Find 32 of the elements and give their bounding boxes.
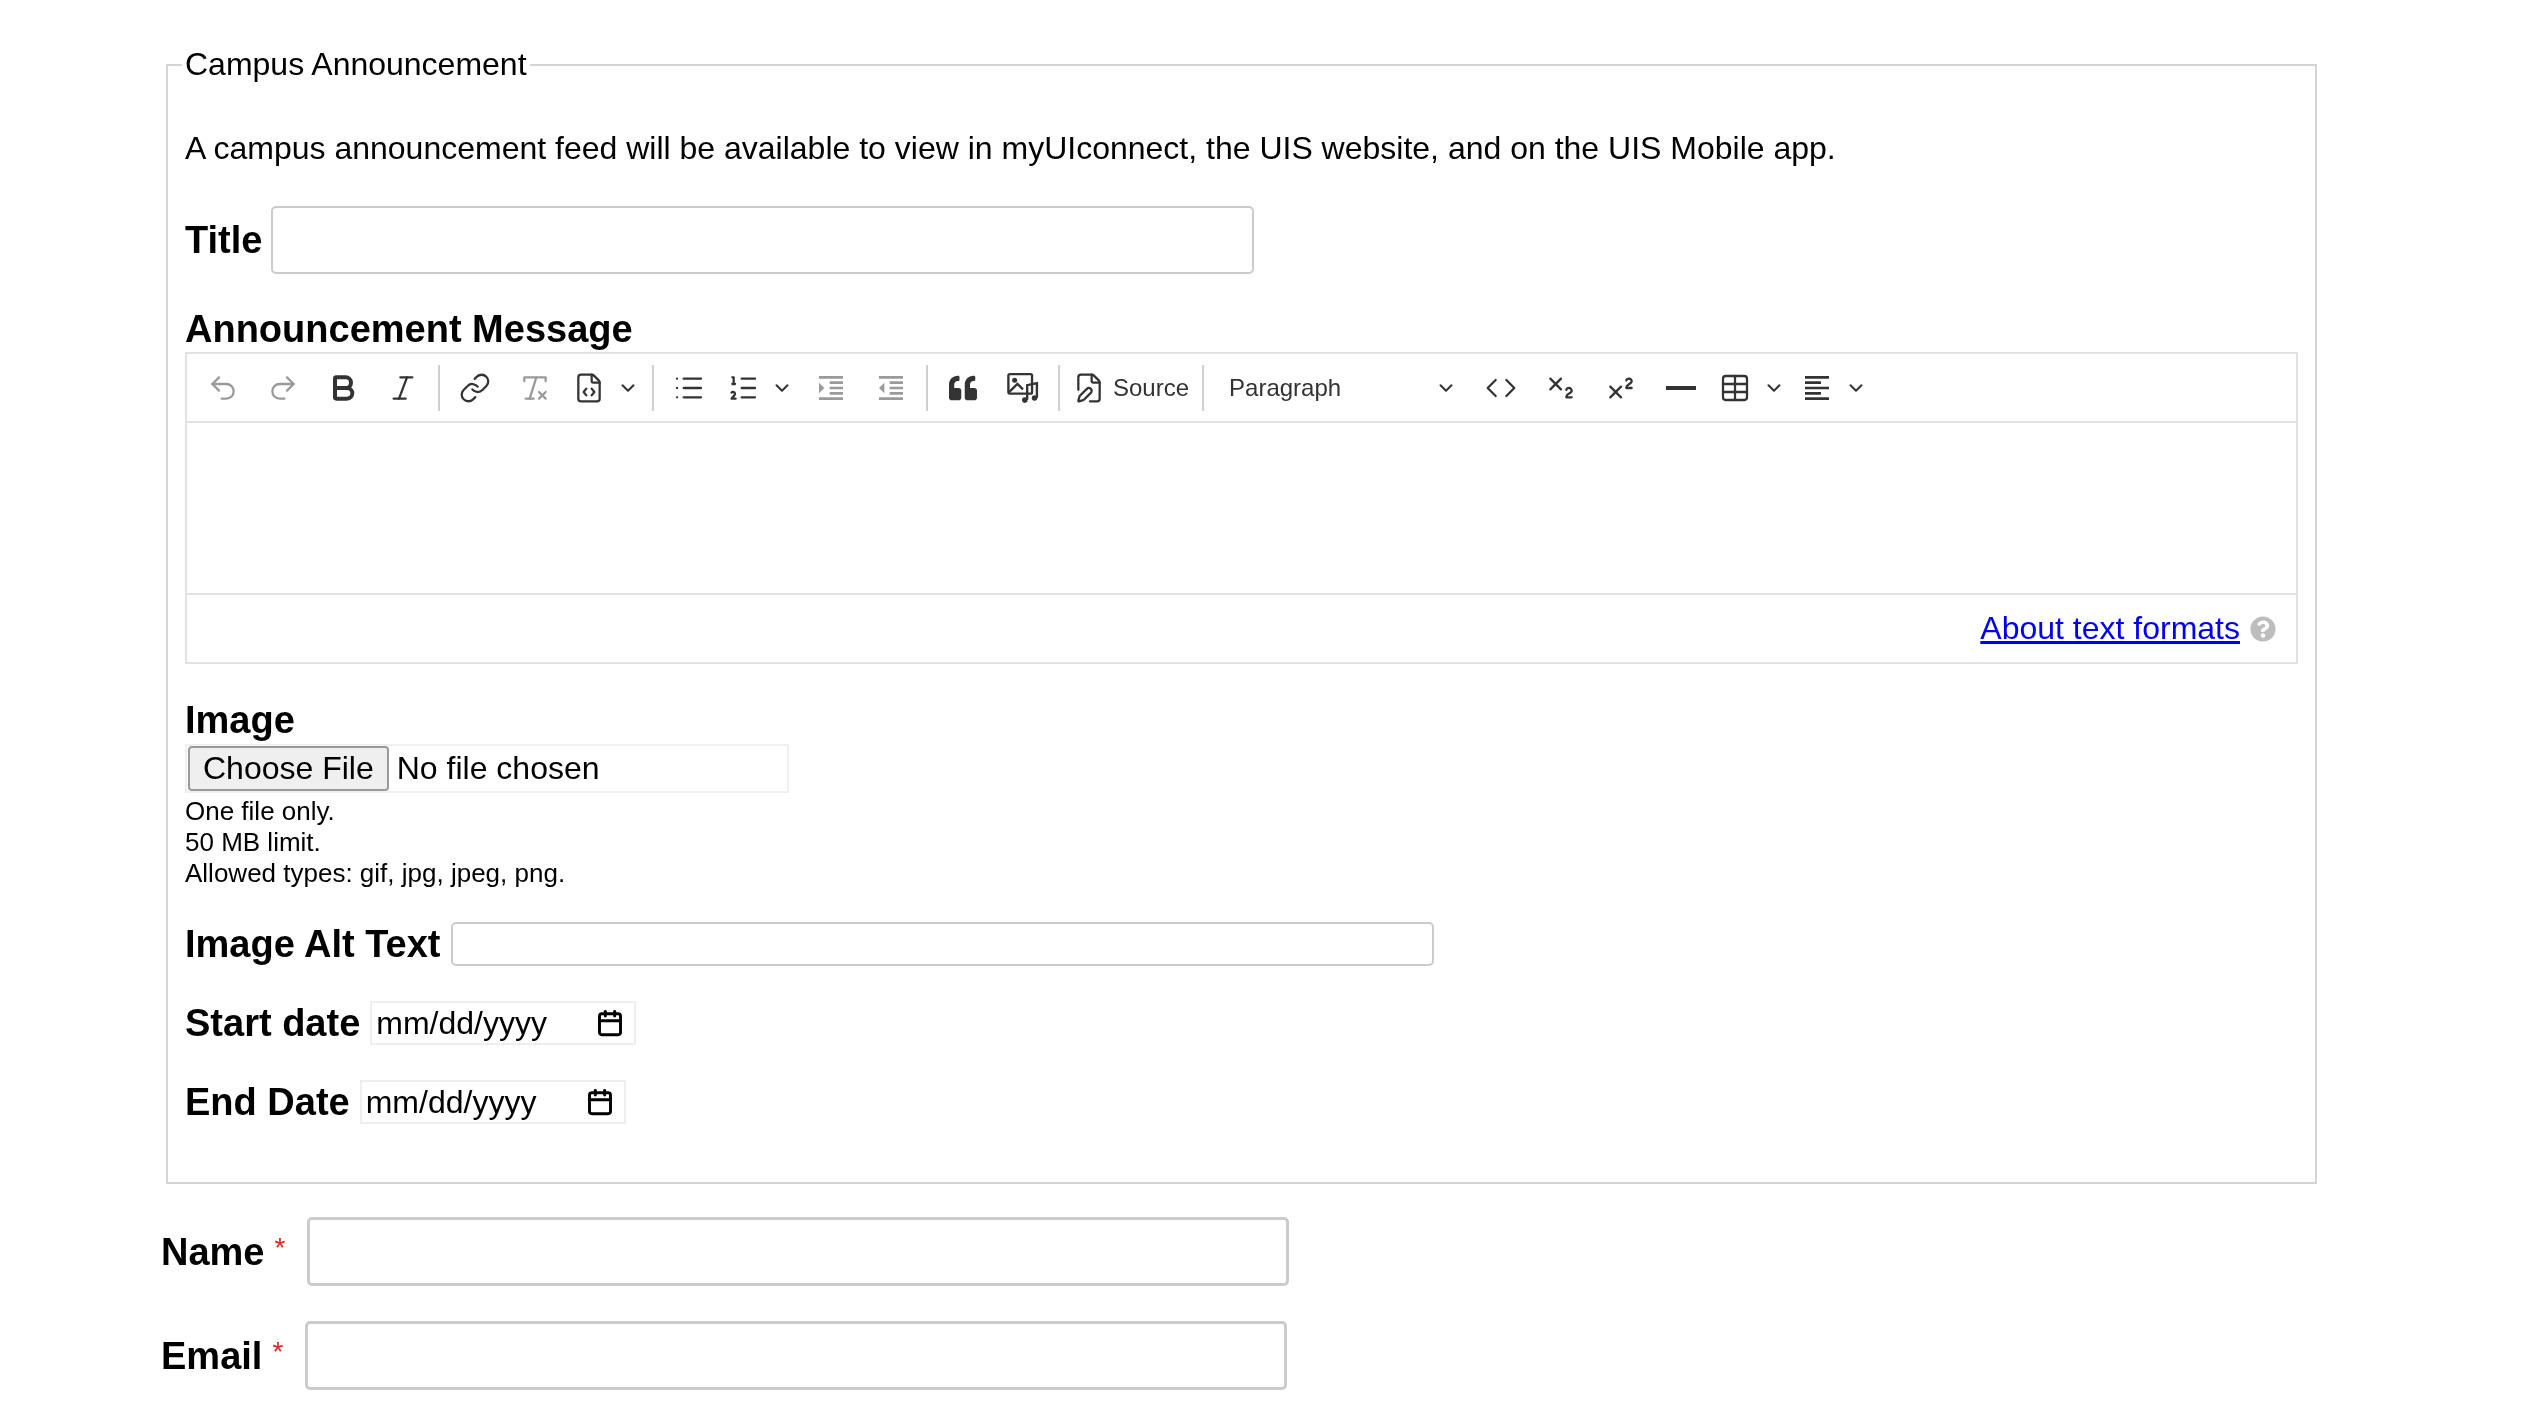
alt-text-input[interactable]	[450, 922, 1434, 966]
file-status-text: No file chosen	[396, 750, 600, 787]
date-field[interactable]: mm/dd/yyyy	[370, 1001, 637, 1045]
field-label: Start date	[185, 1001, 361, 1045]
paragraph-format-select[interactable]: Paragraph	[1211, 359, 1470, 416]
quote-icon	[949, 373, 977, 402]
date-field[interactable]: mm/dd/yyyy	[359, 1080, 626, 1124]
required-mark: *	[272, 1334, 284, 1369]
file-help-text: 50 MB limit.	[185, 827, 322, 858]
image-music-icon	[1007, 371, 1039, 404]
field-label: Email	[161, 1333, 263, 1378]
text-input[interactable]	[307, 1217, 1290, 1286]
file-help-text: One file only.	[185, 796, 336, 827]
file-help-text: Allowed types: gif, jpg, jpeg, png.	[185, 858, 567, 889]
link-icon	[459, 371, 491, 404]
text-formats-link[interactable]: About text formats	[1980, 610, 2240, 647]
choose-file-button[interactable]: Choose File	[188, 746, 389, 791]
field-label: Announcement Message	[185, 307, 634, 351]
field-label: Name	[161, 1229, 265, 1274]
calendar-icon[interactable]	[596, 1009, 625, 1037]
section-legend: Campus Announcement	[182, 46, 530, 83]
calendar-icon[interactable]	[585, 1088, 614, 1116]
file-input[interactable]: Choose File No file chosen	[185, 744, 789, 793]
field-label: Image Alt Text	[185, 922, 441, 966]
required-mark: *	[274, 1230, 286, 1265]
source-button[interactable]: Source	[1067, 359, 1196, 416]
section-description: A campus announcement feed will be available to view in myUIconnect, the UIS website, and on the UIS Mobile app.	[185, 130, 1837, 167]
text-input[interactable]	[305, 1321, 1288, 1390]
title-input[interactable]	[271, 206, 1255, 274]
field-label: End Date	[185, 1080, 350, 1124]
field-label: Title	[185, 218, 263, 262]
field-label: Image	[185, 698, 296, 742]
